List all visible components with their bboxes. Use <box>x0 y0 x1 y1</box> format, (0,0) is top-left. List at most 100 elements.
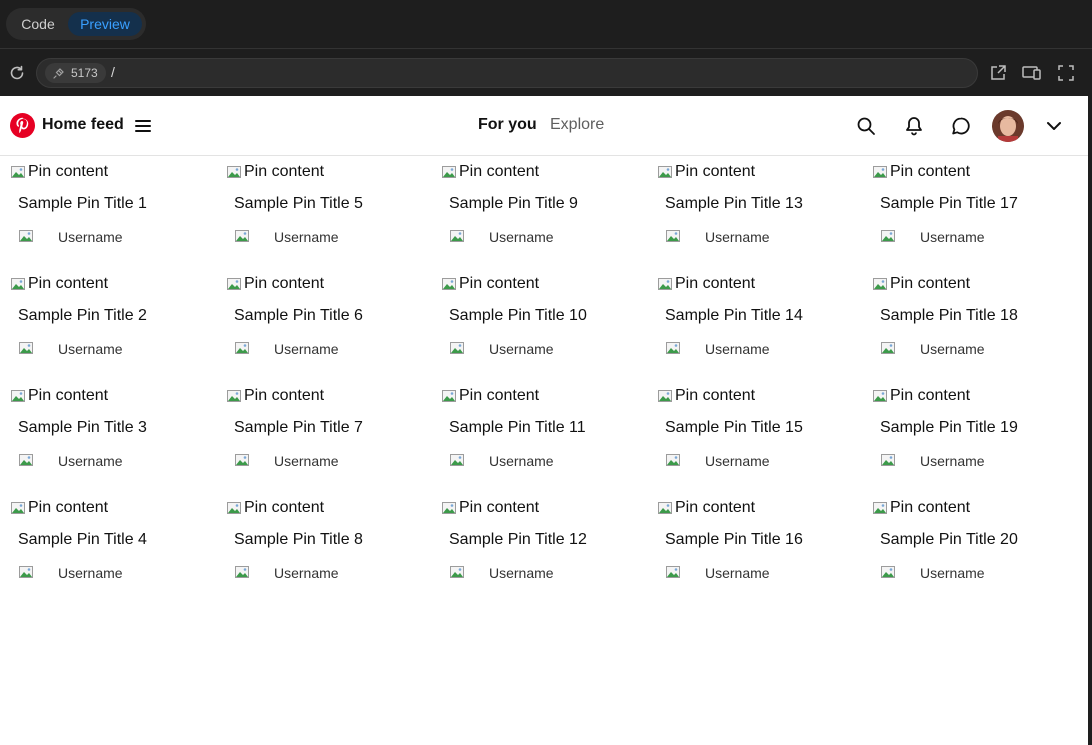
pin-title[interactable]: Sample Pin Title 12 <box>449 531 587 549</box>
code-tab[interactable]: Code <box>10 12 66 36</box>
pin-title[interactable]: Sample Pin Title 1 <box>18 195 147 213</box>
pin-image[interactable]: Pin content <box>657 162 755 182</box>
reload-icon[interactable] <box>8 64 26 82</box>
avatar[interactable] <box>992 110 1024 142</box>
pin-card[interactable]: Pin content Sample Pin Title 8 Username <box>226 496 436 596</box>
pin-title[interactable]: Sample Pin Title 3 <box>18 419 147 437</box>
tab-for-you[interactable]: For you <box>478 116 537 134</box>
pin-card[interactable]: Pin content Sample Pin Title 5 Username <box>226 160 436 260</box>
pin-author[interactable]: Username <box>665 340 865 358</box>
pin-image[interactable]: Pin content <box>226 274 324 294</box>
pin-title[interactable]: Sample Pin Title 4 <box>18 531 147 549</box>
pin-title[interactable]: Sample Pin Title 13 <box>665 195 803 213</box>
pin-author[interactable]: Username <box>449 564 649 582</box>
pin-author[interactable]: Username <box>880 228 1080 246</box>
pin-image[interactable]: Pin content <box>10 386 108 406</box>
username[interactable]: Username <box>58 341 123 357</box>
username[interactable]: Username <box>274 229 339 245</box>
pin-author[interactable]: Username <box>665 228 865 246</box>
pin-card[interactable]: Pin content Sample Pin Title 2 Username <box>10 272 220 372</box>
pin-card[interactable]: Pin content Sample Pin Title 20 Username <box>872 496 1082 596</box>
pin-author[interactable]: Username <box>18 564 218 582</box>
pin-image[interactable]: Pin content <box>657 386 755 406</box>
pin-image[interactable]: Pin content <box>441 162 539 182</box>
pin-card[interactable]: Pin content Sample Pin Title 10 Username <box>441 272 651 372</box>
pin-title[interactable]: Sample Pin Title 9 <box>449 195 578 213</box>
pin-title[interactable]: Sample Pin Title 2 <box>18 307 147 325</box>
pin-author[interactable]: Username <box>449 228 649 246</box>
pin-card[interactable]: Pin content Sample Pin Title 12 Username <box>441 496 651 596</box>
pin-title[interactable]: Sample Pin Title 6 <box>234 307 363 325</box>
pin-author[interactable]: Username <box>234 452 434 470</box>
pin-image[interactable]: Pin content <box>872 274 970 294</box>
username[interactable]: Username <box>705 453 770 469</box>
pin-card[interactable]: Pin content Sample Pin Title 9 Username <box>441 160 651 260</box>
pin-title[interactable]: Sample Pin Title 10 <box>449 307 587 325</box>
pin-card[interactable]: Pin content Sample Pin Title 3 Username <box>10 384 220 484</box>
username[interactable]: Username <box>274 341 339 357</box>
username[interactable]: Username <box>489 453 554 469</box>
open-external-icon[interactable] <box>989 64 1007 82</box>
pin-image[interactable]: Pin content <box>226 386 324 406</box>
pin-author[interactable]: Username <box>18 228 218 246</box>
username[interactable]: Username <box>489 565 554 581</box>
pin-author[interactable]: Username <box>234 564 434 582</box>
pin-image[interactable]: Pin content <box>226 162 324 182</box>
pin-title[interactable]: Sample Pin Title 7 <box>234 419 363 437</box>
pin-image[interactable]: Pin content <box>226 498 324 518</box>
pin-author[interactable]: Username <box>880 564 1080 582</box>
pin-title[interactable]: Sample Pin Title 11 <box>449 419 586 437</box>
username[interactable]: Username <box>489 341 554 357</box>
username[interactable]: Username <box>920 565 985 581</box>
username[interactable]: Username <box>920 341 985 357</box>
pin-card[interactable]: Pin content Sample Pin Title 14 Username <box>657 272 867 372</box>
pin-card[interactable]: Pin content Sample Pin Title 4 Username <box>10 496 220 596</box>
username[interactable]: Username <box>489 229 554 245</box>
port-badge[interactable]: 5173 <box>45 63 106 83</box>
pin-title[interactable]: Sample Pin Title 17 <box>880 195 1018 213</box>
username[interactable]: Username <box>274 565 339 581</box>
username[interactable]: Username <box>920 453 985 469</box>
fullscreen-icon[interactable] <box>1057 64 1075 82</box>
pin-title[interactable]: Sample Pin Title 14 <box>665 307 803 325</box>
pin-image[interactable]: Pin content <box>657 274 755 294</box>
chat-icon[interactable] <box>951 116 971 136</box>
pin-title[interactable]: Sample Pin Title 5 <box>234 195 363 213</box>
pin-title[interactable]: Sample Pin Title 8 <box>234 531 363 549</box>
code-preview-toggle[interactable]: Code Preview <box>6 8 146 40</box>
tab-explore[interactable]: Explore <box>550 116 604 134</box>
username[interactable]: Username <box>58 229 123 245</box>
pin-image[interactable]: Pin content <box>872 498 970 518</box>
pin-image[interactable]: Pin content <box>441 274 539 294</box>
pin-image[interactable]: Pin content <box>657 498 755 518</box>
pin-image[interactable]: Pin content <box>441 386 539 406</box>
hamburger-menu-icon[interactable] <box>134 117 152 135</box>
search-icon[interactable] <box>856 116 876 136</box>
pin-author[interactable]: Username <box>449 340 649 358</box>
pin-card[interactable]: Pin content Sample Pin Title 13 Username <box>657 160 867 260</box>
pin-author[interactable]: Username <box>234 340 434 358</box>
preview-tab[interactable]: Preview <box>68 12 142 36</box>
pin-title[interactable]: Sample Pin Title 16 <box>665 531 803 549</box>
chevron-down-icon[interactable] <box>1044 116 1064 136</box>
pin-image[interactable]: Pin content <box>10 498 108 518</box>
responsive-view-icon[interactable] <box>1022 64 1042 82</box>
username[interactable]: Username <box>920 229 985 245</box>
username[interactable]: Username <box>58 453 123 469</box>
pin-author[interactable]: Username <box>665 452 865 470</box>
pin-title[interactable]: Sample Pin Title 19 <box>880 419 1018 437</box>
pin-author[interactable]: Username <box>665 564 865 582</box>
username[interactable]: Username <box>274 453 339 469</box>
username[interactable]: Username <box>705 341 770 357</box>
pin-card[interactable]: Pin content Sample Pin Title 16 Username <box>657 496 867 596</box>
pinterest-logo-icon[interactable] <box>10 113 35 138</box>
url-field[interactable]: 5173 / <box>36 58 978 88</box>
pin-title[interactable]: Sample Pin Title 18 <box>880 307 1018 325</box>
username[interactable]: Username <box>705 229 770 245</box>
pin-author[interactable]: Username <box>449 452 649 470</box>
pin-image[interactable]: Pin content <box>441 498 539 518</box>
username[interactable]: Username <box>58 565 123 581</box>
pin-card[interactable]: Pin content Sample Pin Title 18 Username <box>872 272 1082 372</box>
pin-author[interactable]: Username <box>880 452 1080 470</box>
pin-title[interactable]: Sample Pin Title 15 <box>665 419 803 437</box>
